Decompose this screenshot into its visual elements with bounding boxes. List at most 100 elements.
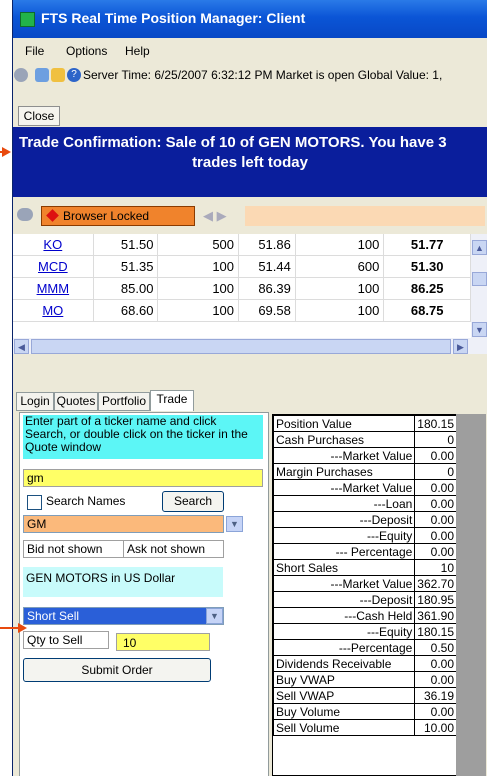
main-toolbar: ? Server Time: 6/25/2007 6:32:12 PM Mark… (13, 63, 487, 87)
nav-arrows-icon[interactable]: ◀ ▶ (203, 208, 227, 224)
submit-order-button[interactable]: Submit Order (23, 658, 211, 682)
position-row: Sell VWAP 36.19 (272, 687, 457, 704)
folder-icon[interactable] (51, 68, 65, 82)
browser-menu-icon[interactable] (17, 208, 33, 221)
address-field[interactable] (245, 206, 485, 226)
quote-bid: 85.00 (93, 277, 159, 300)
company-name: GEN MOTORS in US Dollar (23, 567, 223, 597)
position-value: 180.15 (414, 623, 457, 640)
position-summary: Position Value 180.15 Cash Purchases 0 ---Ma… (272, 414, 458, 776)
position-value: 10 (414, 559, 457, 576)
qty-input[interactable]: 10 (116, 633, 210, 651)
quote-ticker[interactable]: KO (13, 234, 94, 256)
order-type-select[interactable]: Short Sell (23, 607, 224, 625)
qty-label: Qty to Sell (23, 631, 109, 649)
position-value: 0.00 (414, 479, 457, 496)
scroll-right-icon[interactable]: ▶ (453, 339, 468, 354)
position-value: 0 (414, 431, 457, 448)
quote-ask-size: 100 (295, 277, 385, 300)
hscroll-thumb[interactable] (31, 339, 451, 354)
quote-ticker[interactable]: MO (13, 299, 94, 322)
position-label: Position Value (272, 415, 416, 432)
refresh-icon[interactable] (35, 68, 49, 82)
position-row: Dividends Receivable 0.00 (272, 655, 457, 672)
tab-portfolio[interactable]: Portfolio (98, 392, 150, 411)
menu-file[interactable]: File (25, 44, 44, 58)
menu-help[interactable]: Help (125, 44, 150, 58)
tab-strip: Login Quotes Portfolio Trade (13, 390, 487, 412)
position-label: Cash Purchases (272, 431, 416, 448)
position-row: Sell Volume 10.00 (272, 719, 457, 736)
quote-ask: 69.58 (238, 299, 296, 322)
quote-table: KO 51.50 500 51.86 100 51.77 MCD 51.35 100 51.44 6… (13, 234, 471, 322)
scroll-down-icon[interactable]: ▼ (472, 322, 487, 337)
position-value: 361.90 (414, 607, 457, 624)
order-type-dropdown-icon[interactable]: ▼ (206, 608, 223, 624)
position-value: 0.00 (414, 655, 457, 672)
trade-confirmation-banner: Trade Confirmation: Sale of 10 of GEN MO… (13, 127, 487, 197)
symbol-select[interactable]: GM (23, 515, 224, 533)
position-value: 0.00 (414, 447, 457, 464)
position-table: Position Value 180.15 Cash Purchases 0 ---Ma… (272, 415, 457, 736)
quote-bid: 51.50 (93, 234, 159, 256)
quote-ask-size: 600 (295, 255, 385, 278)
close-button[interactable]: Close (18, 106, 60, 126)
position-row: ---Market Value 0.00 (272, 479, 457, 496)
quote-ask: 51.86 (238, 234, 296, 256)
quote-ask: 51.44 (238, 255, 296, 278)
panel-gutter (456, 414, 486, 776)
menu-options[interactable]: Options (66, 44, 107, 58)
tools-dropdown-icon[interactable] (14, 68, 28, 82)
position-label: Short Sales (272, 559, 416, 576)
help-icon[interactable]: ? (67, 68, 81, 82)
quote-bid-size: 100 (157, 299, 240, 322)
lock-diamond-icon (46, 209, 59, 222)
position-row: ---Deposit 180.95 (272, 591, 457, 608)
tab-login[interactable]: Login (16, 392, 54, 411)
menu-bar: File Options Help (13, 41, 487, 61)
annotation-arrowhead-bottom (18, 623, 27, 633)
browser-toolbar: Browser Locked ◀ ▶ (13, 203, 487, 227)
quote-last: 86.25 (383, 277, 471, 300)
quote-vertical-scrollbar[interactable]: ▲ ▼ (471, 234, 487, 338)
position-label: ---Equity (272, 623, 416, 640)
quote-row[interactable]: KO 51.50 500 51.86 100 51.77 (13, 234, 471, 256)
position-value: 0.00 (414, 511, 457, 528)
scroll-up-icon[interactable]: ▲ (472, 240, 487, 255)
search-button[interactable]: Search (162, 491, 224, 512)
position-row: Buy Volume 0.00 (272, 703, 457, 720)
tab-trade[interactable]: Trade (150, 390, 194, 411)
position-row: ---Cash Held 361.90 (272, 607, 457, 624)
position-label: ---Percentage (272, 639, 416, 656)
quote-horizontal-scrollbar[interactable]: ◀ ▶ (13, 338, 487, 354)
quote-row[interactable]: MMM 85.00 100 86.39 100 86.25 (13, 277, 471, 300)
browser-locked-button[interactable]: Browser Locked (41, 206, 195, 226)
quote-ticker[interactable]: MMM (13, 277, 94, 300)
position-label: --- Percentage (272, 543, 416, 560)
symbol-dropdown-icon[interactable]: ▼ (226, 516, 243, 532)
scroll-thumb[interactable] (472, 272, 487, 286)
scroll-left-icon[interactable]: ◀ (14, 339, 29, 354)
position-label: ---Market Value (272, 479, 416, 496)
position-row: ---Loan 0.00 (272, 495, 457, 512)
quote-ticker[interactable]: MCD (13, 255, 94, 278)
ask-text: Ask not shown (123, 540, 224, 558)
position-row: ---Market Value 0.00 (272, 447, 457, 464)
quote-bid-size: 100 (157, 277, 240, 300)
quote-row[interactable]: MO 68.60 100 69.58 100 68.75 (13, 299, 471, 322)
browser-locked-label: Browser Locked (63, 209, 150, 223)
position-label: ---Market Value (272, 447, 416, 464)
position-label: Margin Purchases (272, 463, 416, 480)
quote-last: 51.77 (383, 234, 471, 256)
quote-row[interactable]: MCD 51.35 100 51.44 600 51.30 (13, 255, 471, 278)
tab-quotes[interactable]: Quotes (54, 392, 98, 411)
position-row: ---Equity 180.15 (272, 623, 457, 640)
position-value: 36.19 (414, 687, 457, 704)
ticker-search-input[interactable]: gm (23, 469, 263, 487)
title-bar[interactable]: FTS Real Time Position Manager: Client (13, 0, 487, 38)
position-label: ---Deposit (272, 511, 416, 528)
app-window: FTS Real Time Position Manager: Client F… (12, 0, 487, 776)
position-label: Buy Volume (272, 703, 416, 720)
search-names-checkbox[interactable] (27, 495, 42, 510)
position-value: 0.50 (414, 639, 457, 656)
